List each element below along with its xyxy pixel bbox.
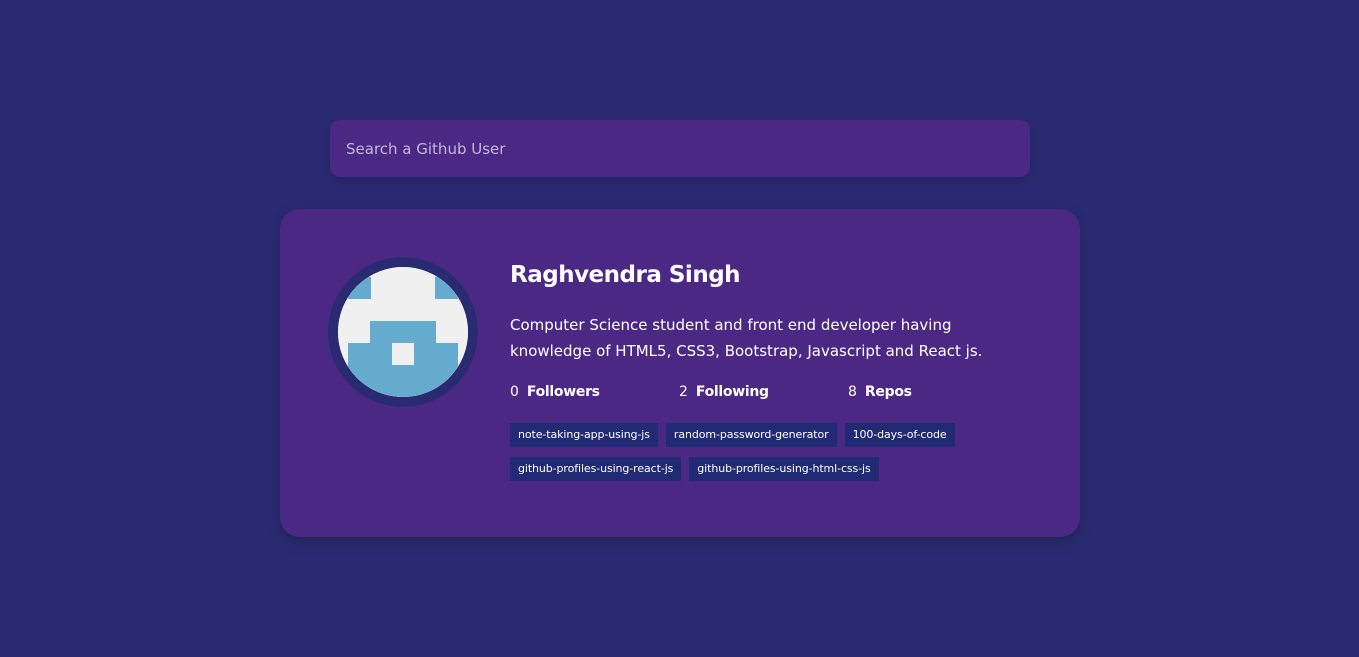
repo-link[interactable]: random-password-generator bbox=[665, 423, 837, 447]
user-info: Raghvendra Singh Computer Science studen… bbox=[510, 259, 1030, 481]
followers-count: 0 bbox=[510, 384, 519, 400]
repo-link[interactable]: 100-days-of-code bbox=[844, 423, 955, 447]
repos-label: Repos bbox=[864, 384, 912, 400]
repo-link[interactable]: note-taking-app-using-js bbox=[510, 423, 658, 447]
repos-list: note-taking-app-using-js random-password… bbox=[510, 423, 1010, 481]
profile-card: Raghvendra Singh Computer Science studen… bbox=[280, 209, 1080, 537]
following-count: 2 bbox=[679, 384, 688, 400]
repo-link[interactable]: github-profiles-using-react-js bbox=[510, 457, 682, 481]
followers-stat: 0 Followers bbox=[510, 382, 679, 402]
user-name: Raghvendra Singh bbox=[510, 262, 741, 288]
following-label: Following bbox=[695, 384, 769, 400]
avatar bbox=[328, 257, 478, 407]
user-bio: Computer Science student and front end d… bbox=[510, 316, 983, 360]
repos-count: 8 bbox=[848, 384, 857, 400]
search-form bbox=[330, 120, 1030, 177]
repo-link[interactable]: github-profiles-using-html-css-js bbox=[689, 457, 879, 481]
identicon-avatar-icon bbox=[338, 267, 468, 397]
search-input[interactable] bbox=[330, 120, 1030, 177]
stats-list: 0 Followers 2 Following 8 Repos bbox=[510, 382, 1030, 402]
repos-stat: 8 Repos bbox=[848, 382, 1017, 402]
followers-label: Followers bbox=[526, 384, 600, 400]
following-stat: 2 Following bbox=[679, 382, 848, 402]
